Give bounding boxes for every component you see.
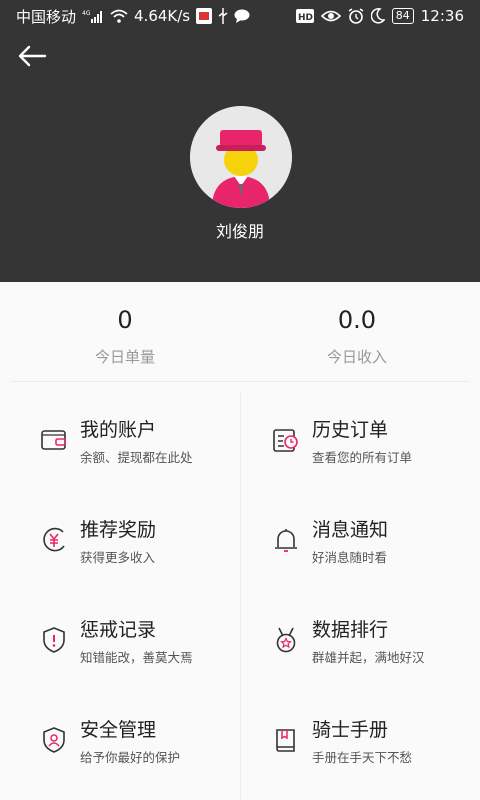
menu-rider-handbook[interactable]: 骑士手册 手册在手天下不愁 — [240, 682, 480, 782]
menu-grid: 我的账户 余额、提现都在此处 历史订单 查看您的所有订单 推荐奖励 获得更多收入… — [0, 382, 480, 800]
warning-shield-icon — [43, 627, 65, 653]
status-bar: 中国移动 4G 4.64K/s HD 84 12:36 — [0, 0, 480, 32]
profile-header: 刘俊朋 — [0, 32, 480, 282]
menu-penalty-records[interactable]: 惩戒记录 知错能改，善莫大焉 — [0, 582, 240, 682]
today-income-stat: 0.0 今日收入 — [237, 304, 477, 367]
alarm-icon — [348, 8, 364, 24]
bell-icon — [275, 529, 297, 552]
menu-title: 消息通知 — [312, 519, 389, 541]
menu-subtitle: 获得更多收入 — [80, 550, 156, 565]
avatar[interactable] — [190, 106, 292, 208]
wallet-icon — [41, 430, 66, 450]
menu-data-ranking[interactable]: 数据排行 群雄并起，满地好汉 — [240, 582, 480, 682]
today-orders-label: 今日单量 — [94, 348, 155, 366]
menu-subtitle: 好消息随时看 — [312, 550, 388, 565]
handbook-icon — [276, 729, 295, 752]
stats-panel: 0 今日单量 0.0 今日收入 — [0, 282, 480, 382]
app-notification-icon — [196, 8, 213, 24]
rider-avatar-icon — [190, 106, 292, 208]
network-type: 4G — [82, 10, 91, 17]
menu-subtitle: 知错能改，善莫大焉 — [80, 650, 193, 665]
menu-title: 数据排行 — [312, 619, 389, 641]
menu-subtitle: 群雄并起，满地好汉 — [312, 650, 425, 665]
menu-title: 推荐奖励 — [80, 519, 157, 541]
menu-subtitle: 手册在手天下不愁 — [312, 750, 413, 765]
menu-referral-rewards[interactable]: 推荐奖励 获得更多收入 — [0, 482, 240, 582]
back-button[interactable] — [14, 40, 50, 72]
menu-subtitle: 给予你最好的保护 — [80, 750, 181, 765]
menu-my-account[interactable]: 我的账户 余额、提现都在此处 — [0, 382, 240, 482]
menu-order-history[interactable]: 历史订单 查看您的所有订单 — [240, 382, 480, 482]
network-speed: 4.64K/s — [134, 7, 191, 25]
carrier-label: 中国移动 — [16, 7, 77, 26]
battery-level: 84 — [391, 8, 414, 24]
menu-title: 历史订单 — [312, 419, 389, 441]
today-income-label: 今日收入 — [326, 348, 387, 366]
menu-subtitle: 余额、提现都在此处 — [80, 450, 193, 465]
clock: 12:36 — [420, 7, 464, 25]
eye-icon — [320, 9, 341, 23]
menu-title: 安全管理 — [80, 719, 157, 741]
hd-icon: HD — [295, 9, 314, 23]
yen-coin-icon — [43, 527, 65, 552]
wifi-icon — [110, 9, 128, 23]
usb-icon — [218, 8, 228, 24]
menu-security-management[interactable]: 安全管理 给予你最好的保护 — [0, 682, 240, 782]
today-orders-stat: 0 今日单量 — [5, 304, 245, 367]
message-icon — [234, 9, 250, 23]
moon-icon — [370, 8, 385, 24]
today-income-value: 0.0 — [337, 306, 377, 334]
menu-title: 惩戒记录 — [80, 619, 157, 641]
today-orders-value: 0 — [117, 306, 133, 334]
menu-subtitle: 查看您的所有订单 — [312, 450, 413, 465]
menu-title: 我的账户 — [80, 419, 157, 441]
medal-icon — [276, 627, 296, 653]
security-shield-icon — [43, 727, 65, 753]
menu-title: 骑士手册 — [312, 719, 389, 741]
user-name: 刘俊朋 — [215, 222, 264, 241]
svg-text:HD: HD — [298, 13, 313, 23]
menu-notifications[interactable]: 消息通知 好消息随时看 — [240, 482, 480, 582]
history-order-icon — [273, 429, 298, 452]
signal-icon: 4G — [82, 9, 104, 23]
back-arrow-icon — [18, 45, 47, 67]
